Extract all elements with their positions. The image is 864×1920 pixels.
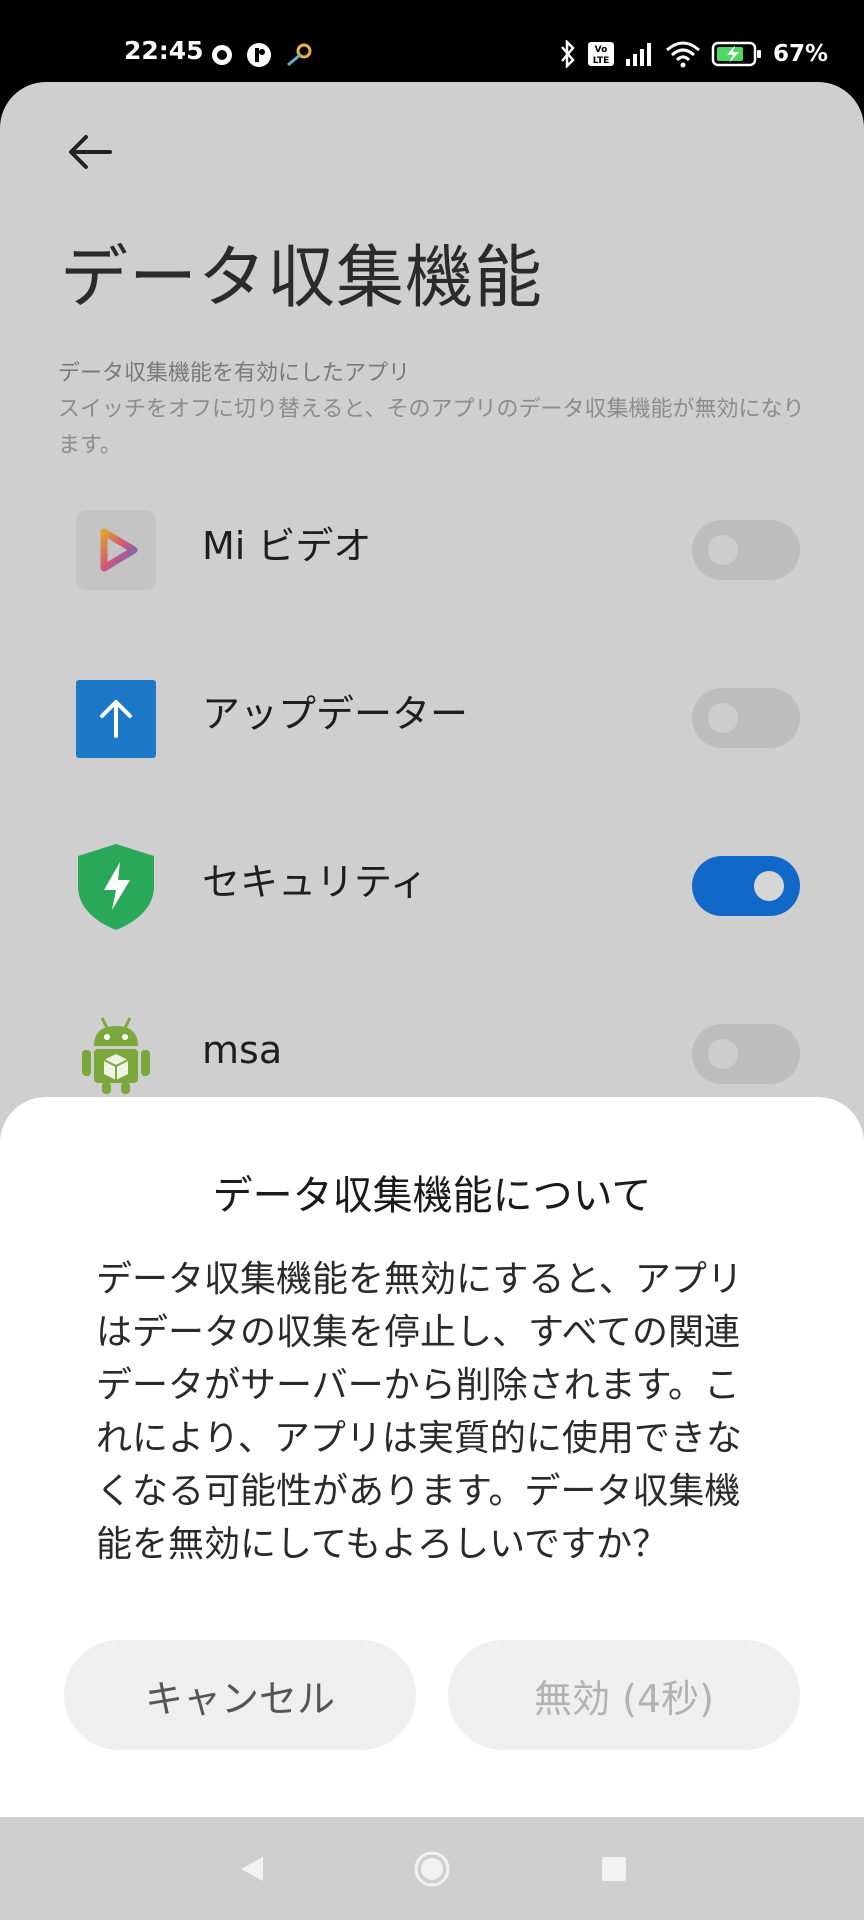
toggle-mi-video[interactable] bbox=[692, 520, 800, 580]
toggle-msa[interactable] bbox=[692, 1024, 800, 1084]
cancel-button[interactable]: キャンセル bbox=[64, 1640, 416, 1750]
app-row-security[interactable]: セキュリティ bbox=[0, 834, 864, 934]
nav-recents-icon bbox=[602, 1857, 626, 1881]
nav-back-icon bbox=[241, 1857, 263, 1881]
dialog-message: データ収集機能を無効にすると、アプリはデータの収集を停止し、すべての関連データが… bbox=[96, 1259, 743, 1565]
status-notification-icons bbox=[210, 42, 312, 68]
notification-icon bbox=[247, 43, 271, 67]
app-name: アップデーター bbox=[202, 692, 469, 736]
volte-icon: VoLTE bbox=[587, 42, 614, 66]
security-shield-icon bbox=[74, 844, 158, 930]
section-subhead: データ収集機能を有効にしたアプリ bbox=[58, 361, 411, 386]
nav-back-button[interactable] bbox=[230, 1847, 274, 1891]
android-icon bbox=[74, 1012, 158, 1096]
bluetooth-icon bbox=[560, 40, 575, 68]
svg-text:LTE: LTE bbox=[593, 56, 610, 66]
app-row-updater[interactable]: アップデーター bbox=[0, 666, 864, 766]
signal-icon bbox=[625, 43, 651, 66]
updater-icon bbox=[74, 676, 158, 760]
dialog-title: データ収集機能について bbox=[212, 1173, 652, 1219]
battery-percent: 67% bbox=[772, 40, 828, 67]
battery-charging-icon bbox=[711, 41, 761, 67]
page-title: データ収集機能 bbox=[60, 239, 544, 318]
status-bar: 22:45 Vo LTE 67% bbox=[0, 0, 864, 82]
nav-recents-button[interactable] bbox=[592, 1847, 636, 1891]
app-name: Mi ビデオ bbox=[202, 524, 372, 568]
back-button[interactable] bbox=[62, 122, 122, 182]
section-caption: データ収集機能を有効にしたアプリ スイッチをオフに切り替えると、そのアプリのデー… bbox=[58, 356, 818, 464]
app-name: msa bbox=[202, 1028, 283, 1072]
navigation-bar bbox=[0, 1817, 864, 1920]
key-icon bbox=[287, 43, 312, 67]
nav-home-button[interactable] bbox=[410, 1847, 454, 1891]
app-name: セキュリティ bbox=[202, 860, 428, 904]
app-row-msa[interactable]: msa bbox=[0, 1002, 864, 1102]
back-arrow-icon bbox=[69, 135, 112, 169]
wifi-icon bbox=[665, 41, 700, 68]
disable-button[interactable]: 無効 (4秒) bbox=[448, 1640, 800, 1750]
toggle-security[interactable] bbox=[692, 856, 800, 916]
app-row-mi-video[interactable]: Mi ビデオ bbox=[0, 498, 864, 598]
status-system-icons: Vo LTE 67% bbox=[559, 40, 828, 68]
mi-video-icon bbox=[74, 508, 158, 592]
notification-icon bbox=[212, 45, 232, 65]
toggle-updater[interactable] bbox=[692, 688, 800, 748]
svg-text:Vo: Vo bbox=[595, 45, 608, 55]
section-description: スイッチをオフに切り替えると、そのアプリのデータ収集機能が無効になります。 bbox=[58, 397, 805, 458]
nav-home-icon bbox=[414, 1851, 450, 1887]
status-time: 22:45 bbox=[124, 36, 204, 65]
confirm-dialog: データ収集機能について データ収集機能を無効にすると、アプリはデータの収集を停止… bbox=[0, 1097, 864, 1817]
